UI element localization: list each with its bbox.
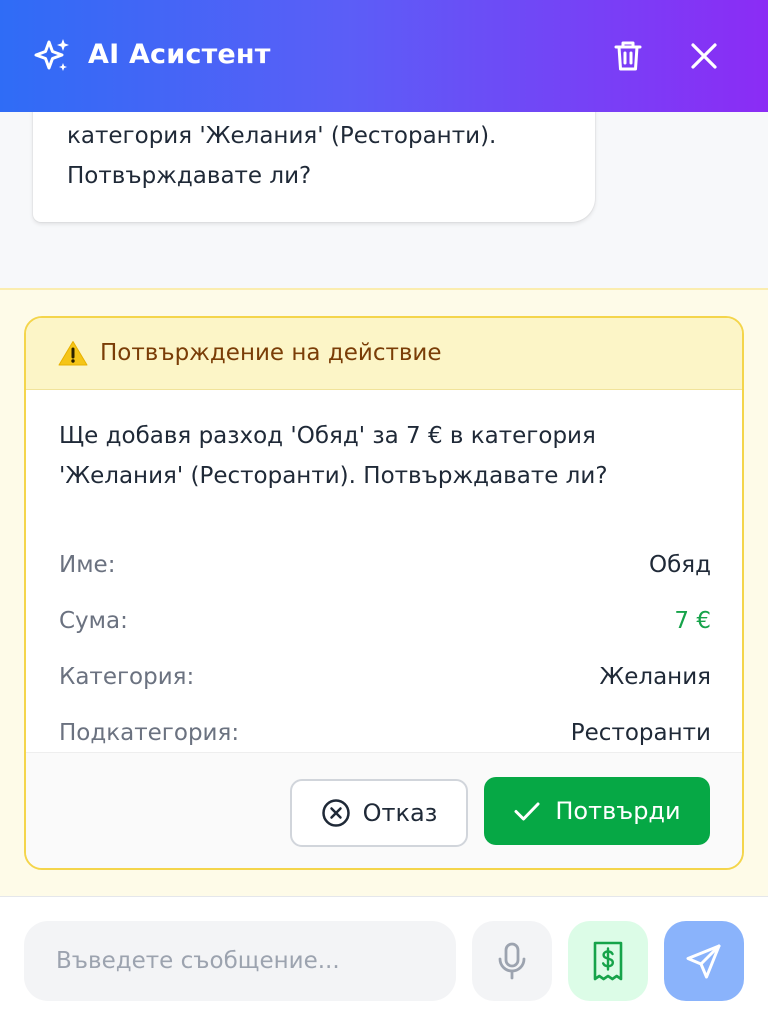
microphone-button[interactable] xyxy=(472,921,552,1001)
field-row-subcategory: Подкатегория: Ресторанти xyxy=(59,716,711,750)
cancel-button-label: Отказ xyxy=(362,799,438,827)
assistant-message-line: Потвърждавате ли? xyxy=(67,163,312,189)
confirmation-card: Потвърждение на действие Ще добавя разхо… xyxy=(24,316,744,870)
confirmation-panel: Потвърждение на действие Ще добавя разхо… xyxy=(0,288,768,896)
message-input[interactable] xyxy=(24,921,456,1001)
message-composer xyxy=(0,896,768,1024)
confirm-button[interactable]: Потвърди xyxy=(484,777,710,845)
microphone-icon xyxy=(498,942,526,980)
field-row-category: Категория: Желания xyxy=(59,660,711,694)
assistant-message-bubble: категория 'Желания' (Ресторанти). Потвър… xyxy=(33,112,595,222)
chat-history: категория 'Желания' (Ресторанти). Потвър… xyxy=(0,112,768,288)
field-row-amount: Сума: 7 € xyxy=(59,604,711,638)
confirmation-header: Потвърждение на действие xyxy=(26,318,742,390)
send-button[interactable] xyxy=(664,921,744,1001)
receipt-icon xyxy=(593,941,623,981)
header-title: AI Асистент xyxy=(88,39,271,70)
receipt-button[interactable] xyxy=(568,921,648,1001)
field-label: Име: xyxy=(59,552,116,578)
field-value: Обяд xyxy=(648,552,711,578)
cancel-button[interactable]: Отказ xyxy=(290,779,468,847)
confirmation-message: Ще добавя разход 'Обяд' за 7 € в категор… xyxy=(59,416,719,496)
field-value: Ресторанти xyxy=(570,720,711,746)
confirmation-message-line: 'Желания' (Ресторанти). Потвърждавате ли… xyxy=(59,463,608,489)
field-row-name: Име: Обяд xyxy=(59,548,711,582)
check-icon xyxy=(514,802,540,821)
cancel-circle-icon xyxy=(321,799,350,827)
trash-icon[interactable] xyxy=(608,36,648,76)
send-icon xyxy=(686,944,721,979)
assistant-message-line: категория 'Желания' (Ресторанти). xyxy=(67,123,497,149)
field-label: Подкатегория: xyxy=(59,720,240,746)
field-value: 7 € xyxy=(674,608,711,634)
confirmation-message-line: Ще добавя разход 'Обяд' за 7 € в категор… xyxy=(59,423,596,449)
confirmation-title: Потвърждение на действие xyxy=(100,340,442,366)
sparkles-icon xyxy=(34,39,69,71)
field-label: Сума: xyxy=(59,608,128,634)
field-value: Желания xyxy=(599,664,711,690)
field-label: Категория: xyxy=(59,664,195,690)
warning-icon xyxy=(58,341,88,366)
confirmation-actions: Отказ Потвърди xyxy=(26,752,742,868)
chat-header: AI Асистент xyxy=(0,0,768,112)
confirm-button-label: Потвърди xyxy=(555,797,681,825)
close-icon[interactable] xyxy=(684,36,724,76)
